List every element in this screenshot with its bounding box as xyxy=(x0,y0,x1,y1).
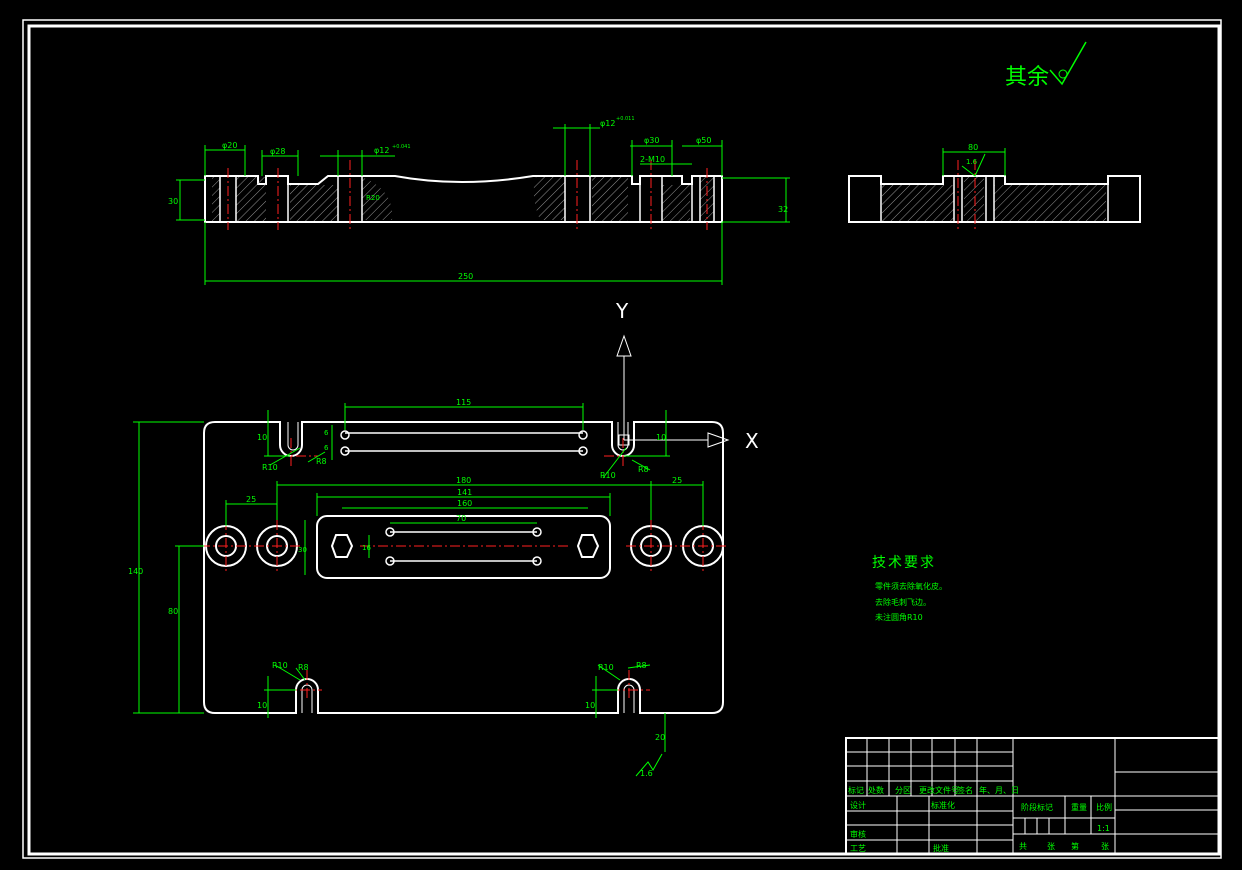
tb-standardize: 标准化 xyxy=(931,800,955,810)
dim-thread: 2-M10 xyxy=(640,155,665,164)
tb-weight: 重量 xyxy=(1071,802,1087,812)
dim-w250: 250 xyxy=(458,272,473,281)
dim-160: 160 xyxy=(457,499,472,508)
tol-a: +0.041 xyxy=(392,144,411,150)
plan-roughness: 1.6 xyxy=(640,769,653,778)
dim-d50: φ50 xyxy=(696,136,711,145)
dim-140: 140 xyxy=(128,567,143,576)
tb-label-zone: 分区 xyxy=(895,786,911,795)
roughness-symbol-icon xyxy=(1049,41,1087,86)
dim-w80: 80 xyxy=(968,143,978,152)
plan-view: 115 180 141 160 70 25 25 140 80 10 10 10… xyxy=(128,398,728,778)
dim-25-left: 25 xyxy=(246,495,256,504)
dim-r10-c: R10 xyxy=(272,661,288,670)
tb-sheets: 张 xyxy=(1047,842,1055,851)
dim-30: 30 xyxy=(298,546,307,554)
dim-d30: φ30 xyxy=(644,136,659,145)
dim-25-right: 25 xyxy=(672,476,682,485)
dim-115: 115 xyxy=(456,398,471,407)
dim-r8-b: R8 xyxy=(638,465,649,474)
outer-frame xyxy=(22,19,1222,859)
dim-16: 16 xyxy=(362,544,371,552)
dim-70: 70 xyxy=(456,514,466,523)
dim-180: 180 xyxy=(456,476,471,485)
dim-10-b: 10 xyxy=(656,433,666,442)
dim-10-a: 10 xyxy=(257,433,267,442)
tech-note-1: 零件须去除氧化皮。 xyxy=(875,581,947,591)
tech-title: 技术要求 xyxy=(872,555,936,571)
tb-label-change: 更改文件号 xyxy=(919,785,959,795)
axis-y-label: Y xyxy=(615,299,629,323)
tb-scale-value: 1:1 xyxy=(1097,824,1110,833)
side-roughness: 1.6 xyxy=(966,158,978,166)
dim-r10-b: R10 xyxy=(600,471,616,480)
tb-label-sign: 签名 xyxy=(957,785,973,795)
dim-r20: R20 xyxy=(366,194,380,202)
tb-process: 工艺 xyxy=(850,844,866,853)
dim-6-a: 6 xyxy=(324,429,329,437)
dim-d20: φ20 xyxy=(222,141,237,150)
front-section-view: φ20 φ28 φ12 +0.041 φ12 +0.011 φ30 φ50 2-… xyxy=(168,116,790,285)
tb-approve: 批准 xyxy=(933,843,949,853)
dim-6-b: 6 xyxy=(324,444,329,452)
dim-20: 20 xyxy=(655,733,665,742)
dim-10-d: 10 xyxy=(585,701,595,710)
dim-r8-d: R8 xyxy=(636,661,647,670)
dim-80: 80 xyxy=(168,607,178,616)
drawing-canvas: 其余 φ20 φ28 φ12 +0.041 φ12 +0.011 φ30 φ50… xyxy=(22,19,1222,859)
tb-label-date: 年、月、日 xyxy=(979,785,1019,795)
dim-r10-a: R10 xyxy=(262,463,278,472)
dim-10-c: 10 xyxy=(257,701,267,710)
surface-note: 其余 xyxy=(1005,65,1049,90)
dim-h30: 30 xyxy=(168,197,178,206)
tb-design: 设计 xyxy=(850,800,866,810)
dim-r8-a: R8 xyxy=(316,457,327,466)
tb-label-mark: 标记 xyxy=(848,785,864,795)
dim-r10-d: R10 xyxy=(598,663,614,672)
tb-page: 第 xyxy=(1071,841,1079,851)
dim-141: 141 xyxy=(457,488,472,497)
axis-x-label: X xyxy=(745,429,759,453)
dim-d12b: φ12 xyxy=(600,119,615,128)
tb-scale: 比例 xyxy=(1096,802,1112,812)
tb-sheet2: 张 xyxy=(1101,842,1109,851)
tech-note-3: 未注圆角R10 xyxy=(875,612,923,622)
dim-d12a: φ12 xyxy=(374,146,389,155)
tb-label-count: 处数 xyxy=(868,785,884,795)
dim-r8-c: R8 xyxy=(298,663,309,672)
tb-review: 审核 xyxy=(850,829,866,839)
dim-d28: φ28 xyxy=(270,147,285,156)
tol-b: +0.011 xyxy=(616,116,635,122)
side-section-view: 80 1.6 xyxy=(848,143,1141,232)
title-block: 标记 处数 分区 更改文件号 签名 年、月、日 设计 标准化 审核 工艺 批准 … xyxy=(845,737,1220,855)
tech-note-2: 去除毛刺飞边。 xyxy=(875,597,931,607)
dim-h32: 32 xyxy=(778,205,788,214)
tb-stage-mark: 阶段标记 xyxy=(1021,802,1053,812)
tb-total: 共 xyxy=(1019,842,1027,851)
